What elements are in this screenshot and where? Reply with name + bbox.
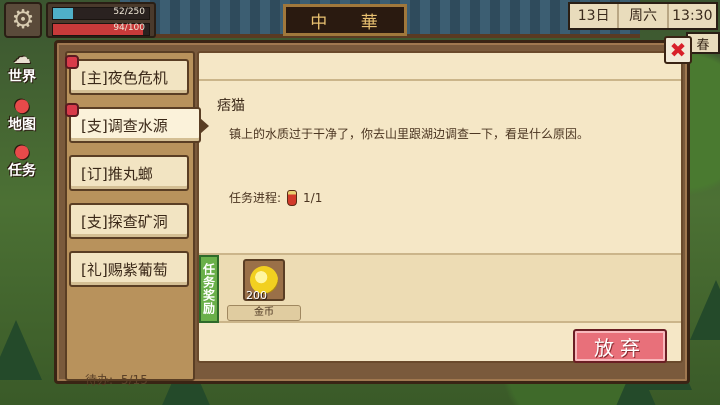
- quest-progress: 任务进程: 1/1: [229, 189, 322, 206]
- reward-item-name: 金币: [227, 305, 301, 321]
- alert-dot-icon: [65, 103, 79, 117]
- gear-icon[interactable]: ⚙: [4, 2, 42, 38]
- pine-tree: [0, 320, 42, 380]
- status-bars: 52/250 94/100: [46, 2, 156, 38]
- map-button-label: 地图: [8, 117, 36, 133]
- weekday-display: 周六: [619, 4, 669, 28]
- reward-tag: 任务奖励: [199, 255, 219, 323]
- reward-section: 任务奖励 200 金币: [199, 253, 681, 323]
- gate-sign: 中 華: [283, 4, 407, 36]
- quest-giver: 痞猫: [217, 98, 245, 114]
- quest-item-night-crisis[interactable]: [主]夜色危机: [65, 55, 189, 95]
- abandon-button[interactable]: 放弃: [573, 329, 667, 363]
- quest-description: 镇上的水质过于干净了，你去山里跟湖边调查一下，看是什么原因。: [229, 127, 590, 141]
- hp-bar-fill: [53, 8, 73, 19]
- quest-item-dung-beetle[interactable]: [订]推丸螂: [69, 155, 189, 191]
- pending-value: 5/15: [120, 373, 148, 387]
- quest-item-explore-mine[interactable]: [支]探查矿洞: [69, 203, 189, 239]
- map-pin-icon: ●: [14, 95, 30, 116]
- world-icon: ☁: [13, 47, 31, 68]
- date-display: 13日: [570, 4, 620, 28]
- game-clock: 13日 周六 13:30: [568, 2, 718, 30]
- hp-bar: 52/250: [52, 7, 150, 20]
- progress-value: 1/1: [303, 190, 323, 205]
- energy-bar: 94/100: [52, 23, 150, 36]
- world-button-label: 世界: [8, 69, 36, 85]
- quest-dialog: [主]夜色危机 [支]调查水源 [订]推丸螂 [支]探查矿洞 [礼]赐紫葡萄 待…: [54, 40, 690, 387]
- pending-label: 待办:: [85, 373, 114, 387]
- quest-item-label: [支]探查矿洞: [81, 212, 168, 231]
- quest-detail-panel: 痞猫 镇上的水质过于干净了，你去山里跟湖边调查一下，看是什么原因。 任务进程: …: [197, 51, 683, 363]
- quest-item-purple-grapes[interactable]: [礼]赐紫葡萄: [69, 251, 189, 287]
- close-icon[interactable]: ✖: [664, 36, 692, 64]
- hp-text: 52/250: [113, 7, 145, 17]
- quest-item-investigate-water[interactable]: [支]调查水源: [65, 103, 209, 143]
- potion-icon: [287, 189, 298, 206]
- map-button[interactable]: ● 地图: [0, 94, 44, 134]
- pine-tree: [690, 280, 720, 340]
- task-button[interactable]: ● 任务: [0, 140, 44, 180]
- quest-item-label: [主]夜色危机: [81, 68, 168, 87]
- quest-item-label: [支]调查水源: [81, 116, 168, 135]
- energy-text: 94/100: [113, 23, 145, 33]
- progress-label: 任务进程:: [229, 191, 282, 205]
- detail-header-strip: [199, 53, 681, 81]
- task-button-label: 任务: [8, 163, 36, 179]
- alert-dot-icon: [65, 55, 79, 69]
- reward-quantity: 200: [246, 289, 267, 302]
- pending-count: 待办: 5/15: [85, 371, 152, 388]
- time-display: 13:30: [672, 8, 713, 24]
- reward-item-slot[interactable]: 200: [243, 259, 285, 302]
- task-pin-icon: ●: [14, 141, 30, 162]
- quest-list: [主]夜色危机 [支]调查水源 [订]推丸螂 [支]探查矿洞 [礼]赐紫葡萄 待…: [65, 51, 209, 387]
- quest-item-label: [礼]赐紫葡萄: [81, 260, 168, 279]
- quest-item-label: [订]推丸螂: [81, 164, 153, 183]
- world-button[interactable]: ☁ 世界: [0, 46, 44, 86]
